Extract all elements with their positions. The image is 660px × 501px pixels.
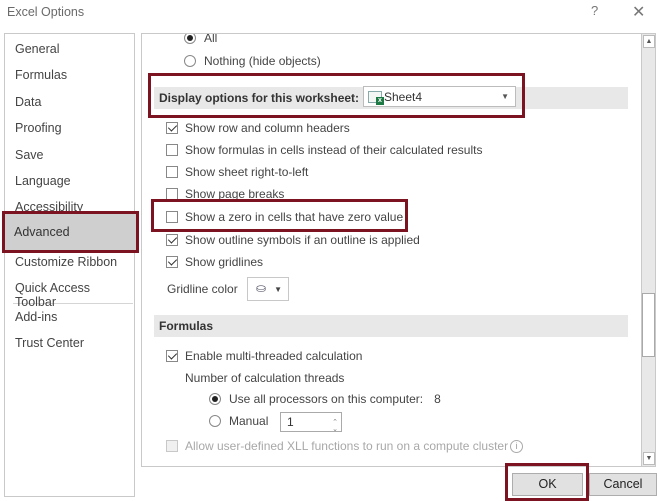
option-label: Show formulas in cells instead of their … [185,143,483,157]
sidebar-item-data[interactable]: Data [15,95,41,109]
sidebar: General Formulas Data Proofing Save Lang… [4,33,135,497]
radio-all-icon [184,34,196,44]
radio-all-processors-label: Use all processors on this computer: [229,392,424,406]
info-icon[interactable]: i [510,439,524,453]
option-label: Enable multi-threaded calculation [185,349,363,363]
option-multithreaded[interactable]: Enable multi-threaded calculation [166,349,362,363]
radio-nothing-label: Nothing (hide objects) [204,54,321,68]
spin-down-icon[interactable]: ⌄ [332,421,338,439]
checkbox-icon [166,256,178,268]
option-right-to-left[interactable]: Show sheet right-to-left [166,165,308,179]
worksheet-highlight-box [148,73,525,118]
sidebar-item-proofing[interactable]: Proofing [15,121,62,135]
vertical-scrollbar[interactable]: ▲ ▼ [641,33,656,467]
formulas-section-title: Formulas [159,319,214,333]
advanced-highlight-box [2,211,139,253]
radio-all-processors[interactable]: Use all processors on this computer: 8 [209,392,441,406]
window-title: Excel Options [7,5,85,19]
sidebar-item-formulas[interactable]: Formulas [15,68,67,82]
close-icon[interactable]: ✕ [632,2,645,22]
ok-highlight-box [505,463,589,501]
radio-all-label: All [204,33,218,45]
option-xll-cluster: Allow user-defined XLL functions to run … [166,439,524,453]
checkbox-icon [166,350,178,362]
processor-count: 8 [434,392,441,406]
checkbox-icon [166,122,178,134]
option-label: Show sheet right-to-left [185,165,309,179]
formulas-section-header: Formulas [154,315,628,337]
radio-nothing[interactable]: Nothing (hide objects) [184,54,321,68]
sidebar-item-trust-center[interactable]: Trust Center [15,336,84,350]
paint-bucket-icon: ⛀ [256,281,267,295]
checkbox-icon [166,144,178,156]
option-label: Show gridlines [185,255,264,269]
option-gridlines[interactable]: Show gridlines [166,255,263,269]
threads-label: Number of calculation threads [185,371,345,385]
scroll-down-icon[interactable]: ▼ [643,452,655,465]
gridline-color-picker[interactable]: ⛀ ▼ [247,277,289,301]
chevron-down-icon: ▼ [274,285,282,294]
checkbox-icon [166,234,178,246]
threads-spinner[interactable]: 1 ⌃ ⌄ [280,412,342,433]
gridline-color-label: Gridline color [167,282,238,296]
sidebar-item-save[interactable]: Save [15,148,44,162]
scroll-up-icon[interactable]: ▲ [643,35,655,48]
radio-manual[interactable]: Manual [209,414,268,428]
option-label: Allow user-defined XLL functions to run … [185,439,509,453]
radio-icon [209,393,221,405]
help-icon[interactable]: ? [591,3,598,18]
sidebar-item-add-ins[interactable]: Add-ins [15,310,57,324]
option-row-col-headers[interactable]: Show row and column headers [166,121,350,135]
radio-manual-label: Manual [229,414,269,428]
sidebar-item-quick-access-toolbar[interactable]: Quick Access Toolbar [15,281,134,309]
sidebar-item-language[interactable]: Language [15,174,71,188]
option-label: Show row and column headers [185,121,350,135]
scroll-thumb[interactable] [642,293,655,357]
checkbox-icon [166,440,178,452]
cancel-button[interactable]: Cancel [589,473,657,496]
threads-value: 1 [287,415,294,429]
radio-all[interactable]: All [184,33,218,45]
option-outline-symbols[interactable]: Show outline symbols if an outline is ap… [166,233,420,247]
radio-nothing-icon [184,55,196,67]
radio-icon [209,415,221,427]
zero-value-highlight-box [151,199,408,232]
option-show-formulas[interactable]: Show formulas in cells instead of their … [166,143,482,157]
option-label: Show outline symbols if an outline is ap… [185,233,420,247]
checkbox-icon [166,166,178,178]
sidebar-item-customize-ribbon[interactable]: Customize Ribbon [15,255,117,269]
sidebar-item-general[interactable]: General [15,42,59,56]
